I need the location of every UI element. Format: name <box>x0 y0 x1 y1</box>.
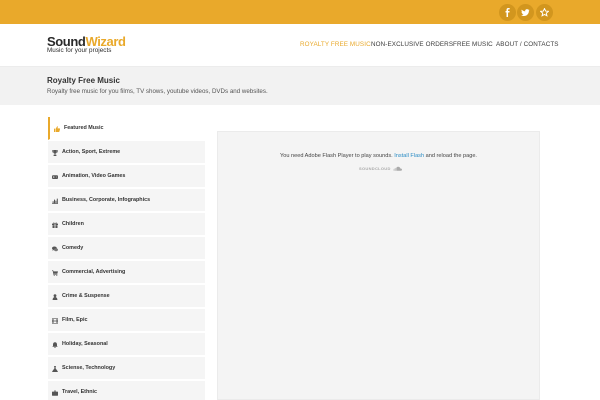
install-flash-link[interactable]: Install Flash <box>394 153 424 159</box>
sidebar-item-label: Business, Corporate, Infographics <box>62 197 151 203</box>
bell-icon <box>52 342 58 348</box>
sidebar-item-label: Crime & Suspense <box>62 293 110 299</box>
music-player-panel: You need Adobe Flash Player to play soun… <box>217 131 540 400</box>
flash-notice-text: You need Adobe Flash Player to play soun… <box>280 153 393 159</box>
page-title: Royalty Free Music <box>47 76 120 85</box>
sidebar-item-label: Children <box>62 221 84 227</box>
sidebar-item-sciense-technology[interactable]: Sciense, Technology <box>48 357 205 380</box>
sidebar-item-label: Commercial, Advertising <box>62 269 126 275</box>
sidebar-item-label: Animation, Video Games <box>62 173 126 179</box>
sidebar-item-travel-ethnic[interactable]: Travel, Ethnic <box>48 381 205 400</box>
comments-icon <box>52 246 58 252</box>
sidebar-item-label: Holiday, Seasonal <box>62 341 108 347</box>
sidebar-item-label: Featured Music <box>64 125 104 131</box>
category-sidebar: Featured Music Action, Sport, Extreme An… <box>48 117 205 400</box>
gift-icon <box>52 222 58 228</box>
soundcloud-icon[interactable] <box>393 166 402 171</box>
gamepad-icon <box>52 175 58 179</box>
flash-notice-suffix: and reload the page. <box>425 153 477 159</box>
flask-icon <box>52 366 58 372</box>
sidebar-item-label: Sciense, Technology <box>62 365 116 371</box>
sidebar-item-label: Travel, Ethnic <box>62 389 98 395</box>
sidebar-item-film-epic[interactable]: Film, Epic <box>48 309 205 332</box>
sidebar-item-comedy[interactable]: Comedy <box>48 237 205 260</box>
nav-non-exclusive-orders[interactable]: NON-EXCLUSIVE ORDERS <box>371 41 453 48</box>
facebook-icon[interactable] <box>499 4 516 21</box>
nav-about-contacts[interactable]: ABOUT / CONTACTS <box>496 41 559 48</box>
nav-royalty-free-music[interactable]: ROYALTY FREE MUSIC <box>300 41 371 48</box>
sidebar-item-crime-suspense[interactable]: Crime & Suspense <box>48 285 205 308</box>
user-icon <box>52 294 58 300</box>
sidebar-item-commercial-advertising[interactable]: Commercial, Advertising <box>48 261 205 284</box>
sidebar-item-label: Comedy <box>62 245 84 251</box>
sidebar-item-children[interactable]: Children <box>48 213 205 236</box>
page-title-band: Royalty Free Music Royalty free music fo… <box>0 67 600 105</box>
site-logo[interactable]: SoundWizard Music for your projects <box>47 35 126 54</box>
site-header: SoundWizard Music for your projects ROYA… <box>0 24 600 67</box>
cart-icon <box>52 270 58 276</box>
trophy-icon <box>52 150 58 156</box>
sidebar-item-label: Film, Epic <box>62 317 88 323</box>
sidebar-item-action-sport-extreme[interactable]: Action, Sport, Extreme <box>48 141 205 164</box>
sidebar-item-animation-video-games[interactable]: Animation, Video Games <box>48 165 205 188</box>
top-bar <box>0 0 600 24</box>
sidebar-item-featured-music[interactable]: Featured Music <box>48 117 205 140</box>
thumbs-up-icon <box>54 126 60 132</box>
nav-free-music[interactable]: FREE MUSIC <box>453 41 493 48</box>
film-icon <box>52 318 58 324</box>
chart-icon <box>52 198 58 204</box>
page-subtitle: Royalty free music for you films, TV sho… <box>47 88 268 95</box>
suitcase-icon <box>52 390 58 396</box>
sidebar-item-holiday-seasonal[interactable]: Holiday, Seasonal <box>48 333 205 356</box>
soundcloud-label: SOUNDCLOUD <box>359 166 391 171</box>
star-icon[interactable] <box>536 4 553 21</box>
sidebar-item-label: Action, Sport, Extreme <box>62 149 121 155</box>
sidebar-item-business-corporate[interactable]: Business, Corporate, Infographics <box>48 189 205 212</box>
twitter-icon[interactable] <box>517 4 534 21</box>
flash-notice: You need Adobe Flash Player to play soun… <box>218 153 539 159</box>
